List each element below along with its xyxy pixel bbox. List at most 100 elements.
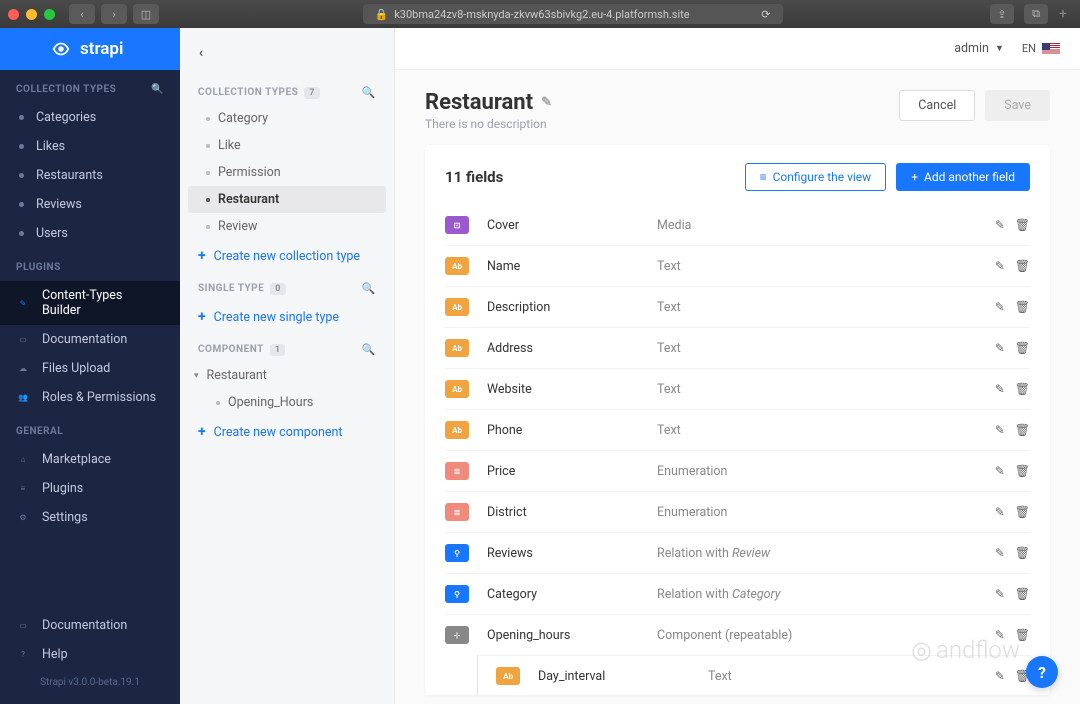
delete-field-icon[interactable]: 🗑 [1015, 218, 1030, 232]
share-icon[interactable]: ⇪ [990, 4, 1014, 24]
delete-field-icon[interactable]: 🗑 [1015, 628, 1030, 642]
sidebar-item-restaurants[interactable]: Restaurants [0, 161, 180, 190]
edit-field-icon[interactable]: ✎ [995, 628, 1005, 642]
delete-field-icon[interactable]: 🗑 [1015, 505, 1030, 519]
edit-field-icon[interactable]: ✎ [995, 464, 1005, 478]
delete-field-icon[interactable]: 🗑 [1015, 259, 1030, 273]
ct-item-restaurant[interactable]: Restaurant [188, 186, 386, 213]
ct-item-like[interactable]: Like [188, 132, 386, 159]
sidebar-item-files-upload[interactable]: ☁Files Upload [0, 354, 180, 383]
browser-forward[interactable]: › [101, 4, 127, 24]
field-row[interactable]: ≣DistrictEnumeration✎🗑 [445, 491, 1030, 532]
ct-item-category[interactable]: Category [188, 105, 386, 132]
strapi-icon [50, 38, 72, 60]
ct-item-review[interactable]: Review [188, 213, 386, 240]
window-controls[interactable] [8, 9, 55, 20]
edit-field-icon[interactable]: ✎ [995, 218, 1005, 232]
edit-field-icon[interactable]: ✎ [995, 341, 1005, 355]
reload-icon[interactable]: ⟳ [761, 8, 770, 21]
field-name: Opening_hours [487, 628, 657, 643]
search-icon[interactable]: 🔍 [362, 86, 376, 99]
brand-logo[interactable]: strapi [0, 28, 180, 70]
sidebar-item-plugins[interactable]: ≡Plugins [0, 474, 180, 503]
field-type-badge: Ab [445, 298, 469, 316]
sidebar-item-reviews[interactable]: Reviews [0, 190, 180, 219]
help-fab[interactable]: ? [1026, 656, 1058, 688]
edit-field-icon[interactable]: ✎ [995, 259, 1005, 273]
edit-field-icon[interactable]: ✎ [995, 382, 1005, 396]
sidebar-item-content-types-builder[interactable]: ✎Content-Types Builder [0, 281, 180, 325]
delete-field-icon[interactable]: 🗑 [1015, 587, 1030, 601]
delete-field-icon[interactable]: 🗑 [1015, 300, 1030, 314]
field-type-label: Text [657, 341, 995, 356]
tabs-icon[interactable]: ⧉ [1024, 4, 1048, 24]
help-link[interactable]: ?Help [0, 640, 180, 669]
nav-icon: ⌂ [16, 453, 30, 467]
edit-field-icon[interactable]: ✎ [995, 423, 1005, 437]
nav-icon: ≡ [16, 482, 30, 496]
sidebar-item-marketplace[interactable]: ⌂Marketplace [0, 445, 180, 474]
configure-view-button[interactable]: ≡Configure the view [745, 163, 887, 191]
sidebar-item-categories[interactable]: Categories [0, 103, 180, 132]
field-type-badge: Ab [445, 257, 469, 275]
back-button[interactable]: ‹ [188, 40, 214, 66]
create-collection-type[interactable]: +Create new collection type [188, 240, 386, 272]
field-row[interactable]: AbPhoneText✎🗑 [445, 409, 1030, 450]
collection-types-heading: COLLECTION TYPES 🔍 [0, 70, 180, 103]
url-bar[interactable]: 🔒 k30bma24zv8-msknyda-zkvw63sbivkg2.eu-4… [363, 4, 783, 24]
field-row[interactable]: ≣PriceEnumeration✎🗑 [445, 450, 1030, 491]
edit-field-icon[interactable]: ✎ [995, 300, 1005, 314]
add-field-button[interactable]: +Add another field [896, 163, 1030, 191]
delete-field-icon[interactable]: 🗑 [1015, 382, 1030, 396]
field-row[interactable]: AbDay_intervalText✎🗑 [478, 655, 1030, 695]
new-tab[interactable]: + [1054, 5, 1072, 23]
field-type-label: Text [657, 382, 995, 397]
documentation-link[interactable]: ▭Documentation [0, 611, 180, 640]
sidebar-item-roles-permissions[interactable]: 👥Roles & Permissions [0, 383, 180, 412]
search-icon[interactable]: 🔍 [362, 343, 376, 356]
field-name: Address [487, 341, 657, 356]
component-tree-child[interactable]: Opening_Hours [188, 389, 386, 416]
search-icon[interactable]: 🔍 [362, 282, 376, 295]
field-row[interactable]: ⚲CategoryRelation with Category✎🗑 [445, 573, 1030, 614]
field-row[interactable]: AbWebsiteText✎🗑 [445, 368, 1030, 409]
field-name: Reviews [487, 546, 657, 561]
st-heading: SINGLE TYPE0 🔍 [188, 272, 386, 301]
field-row[interactable]: AbNameText✎🗑 [445, 245, 1030, 286]
create-component[interactable]: +Create new component [188, 416, 386, 448]
field-name: Description [487, 300, 657, 315]
field-row[interactable]: AbDescriptionText✎🗑 [445, 286, 1030, 327]
component-tree-root[interactable]: ▾Restaurant [188, 362, 386, 389]
edit-field-icon[interactable]: ✎ [995, 546, 1005, 560]
delete-field-icon[interactable]: 🗑 [1015, 546, 1030, 560]
browser-sidebar-icon[interactable]: ◫ [133, 4, 159, 24]
create-single-type[interactable]: +Create new single type [188, 301, 386, 333]
field-type-label: Relation with Review [657, 546, 995, 561]
browser-back[interactable]: ‹ [69, 4, 95, 24]
field-name: Name [487, 259, 657, 274]
field-row[interactable]: ⊹Opening_hoursComponent (repeatable)✎🗑 [445, 614, 1030, 655]
cancel-button[interactable]: Cancel [899, 90, 975, 121]
delete-field-icon[interactable]: 🗑 [1015, 341, 1030, 355]
field-row[interactable]: ⊡CoverMedia✎🗑 [445, 205, 1030, 245]
edit-field-icon[interactable]: ✎ [995, 669, 1005, 683]
sidebar-item-users[interactable]: Users [0, 219, 180, 248]
field-name: Cover [487, 218, 657, 233]
sidebar-item-settings[interactable]: ⚙Settings [0, 503, 180, 532]
search-icon[interactable]: 🔍 [151, 84, 164, 95]
edit-field-icon[interactable]: ✎ [995, 587, 1005, 601]
lock-icon: 🔒 [375, 8, 389, 21]
edit-title-icon[interactable]: ✎ [541, 95, 552, 110]
delete-field-icon[interactable]: 🗑 [1015, 423, 1030, 437]
field-row[interactable]: ⚲ReviewsRelation with Review✎🗑 [445, 532, 1030, 573]
sidebar-item-likes[interactable]: Likes [0, 132, 180, 161]
language-switch[interactable]: EN [1022, 42, 1060, 55]
field-type-label: Text [657, 423, 995, 438]
edit-field-icon[interactable]: ✎ [995, 505, 1005, 519]
field-row[interactable]: AbAddressText✎🗑 [445, 327, 1030, 368]
user-menu[interactable]: admin▼ [954, 41, 1004, 56]
sidebar-item-documentation[interactable]: ▭Documentation [0, 325, 180, 354]
field-type-badge: Ab [445, 380, 469, 398]
ct-item-permission[interactable]: Permission [188, 159, 386, 186]
delete-field-icon[interactable]: 🗑 [1015, 464, 1030, 478]
